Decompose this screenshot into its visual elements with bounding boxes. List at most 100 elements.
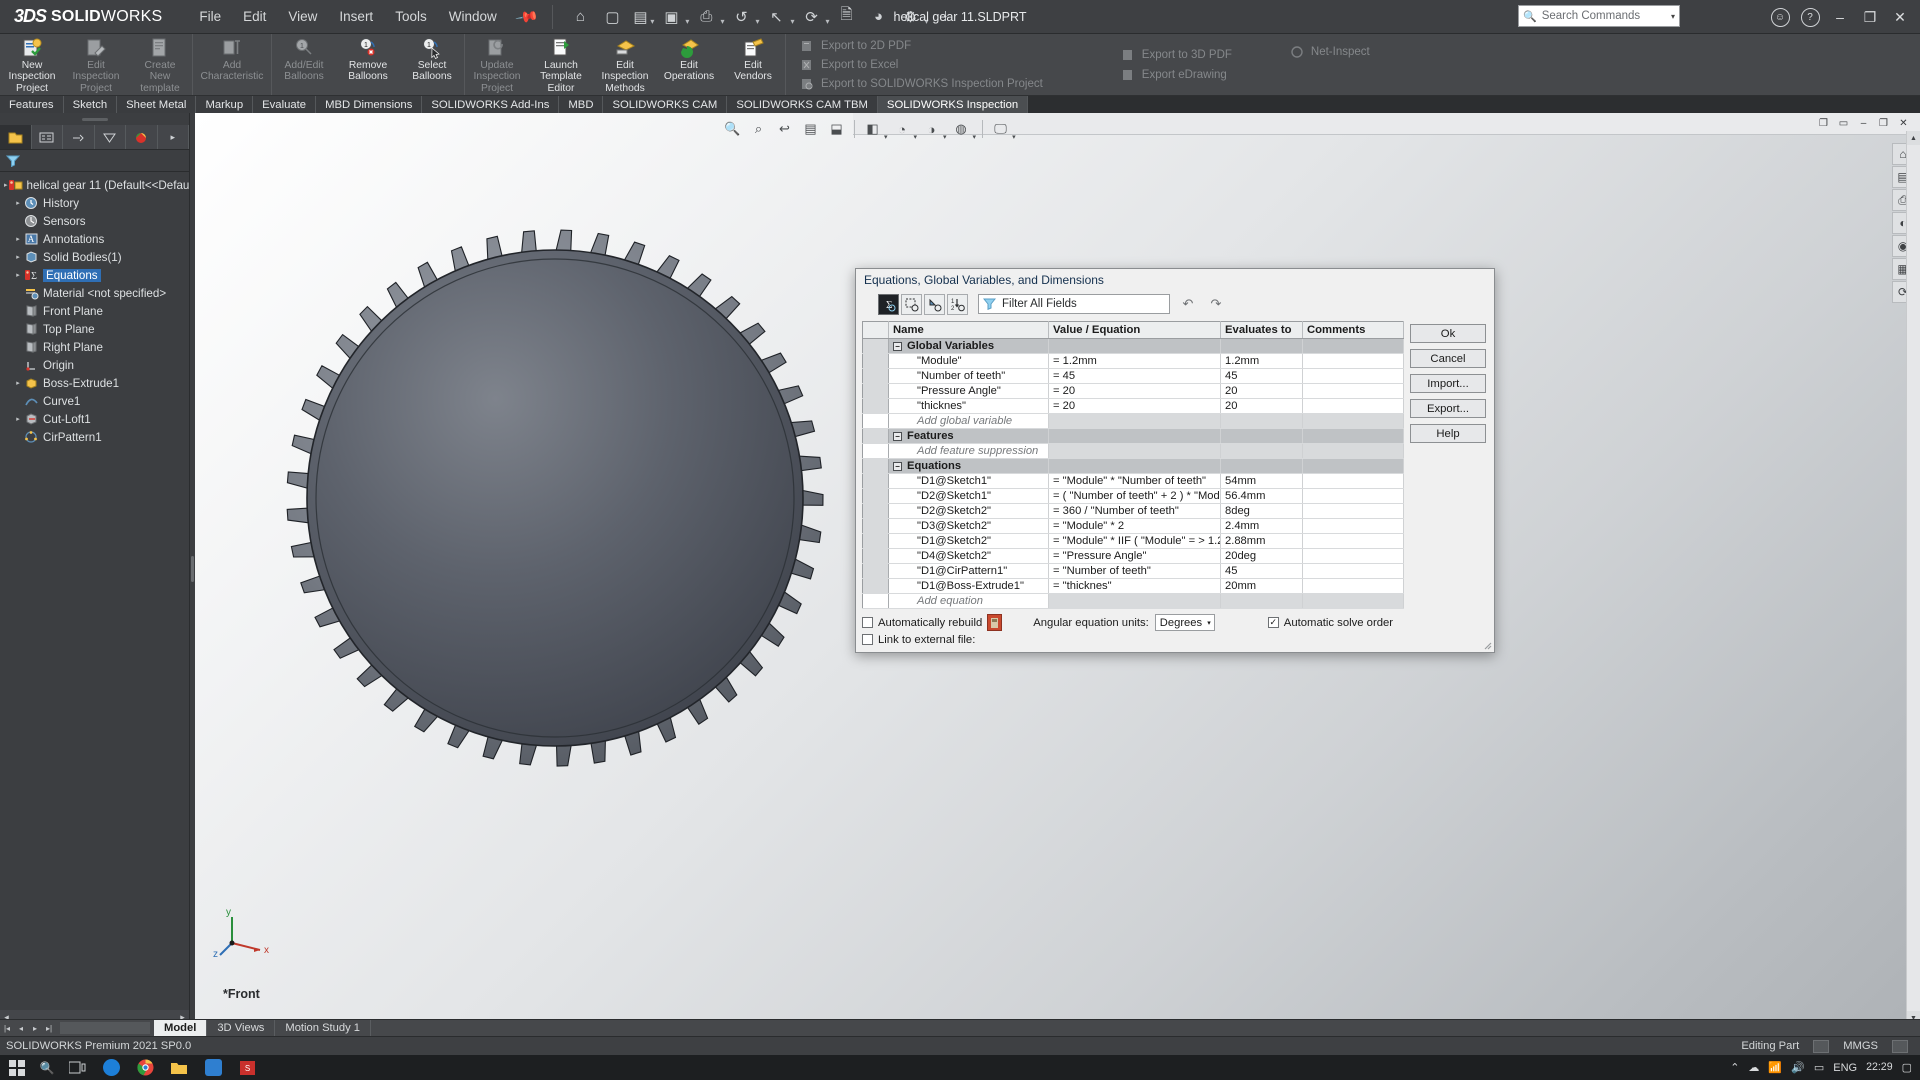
- column-header-value[interactable]: Value / Equation: [1048, 321, 1221, 339]
- tree-item-sensors[interactable]: Sensors: [2, 212, 189, 230]
- add-row-label[interactable]: Add feature suppression: [888, 443, 1049, 459]
- rebuild-icon[interactable]: [987, 614, 1003, 631]
- previous-view-icon[interactable]: ↩: [773, 118, 796, 141]
- row-value[interactable]: = "Number of teeth": [1048, 563, 1221, 579]
- angular-units-select[interactable]: Degrees ▾: [1154, 614, 1215, 631]
- row-comments[interactable]: [1302, 383, 1404, 399]
- appearance-chevron-down-icon[interactable]: ▾: [943, 133, 947, 141]
- account-icon[interactable]: ☺: [1766, 3, 1794, 31]
- export-button[interactable]: Export...: [1410, 399, 1486, 418]
- annotations-expand-arrow[interactable]: ▸: [12, 235, 24, 243]
- collapse-icon[interactable]: −: [893, 461, 902, 471]
- row-comments[interactable]: [1302, 518, 1404, 534]
- undo-icon[interactable]: ↶: [1178, 294, 1198, 314]
- row-value[interactable]: = 45: [1048, 368, 1221, 384]
- row-comments[interactable]: [1302, 398, 1404, 414]
- add-characteristic-button[interactable]: Add Characteristic: [193, 34, 271, 95]
- inner-maximize-button[interactable]: ❐: [1875, 116, 1892, 131]
- row-name[interactable]: "D1@Sketch1": [888, 473, 1049, 489]
- restore-button[interactable]: ❐: [1856, 3, 1884, 31]
- table-row[interactable]: "D1@Sketch1" = "Module" * "Number of tee…: [862, 473, 1404, 489]
- launch-template-editor-button[interactable]: Launch Template Editor: [529, 34, 593, 95]
- dimension-view-button[interactable]: [924, 293, 945, 315]
- language-indicator[interactable]: ENG: [1833, 1062, 1857, 1074]
- row-name[interactable]: "D3@Sketch2": [888, 518, 1049, 534]
- row-value[interactable]: = 360 / "Number of teeth": [1048, 503, 1221, 519]
- property-manager-tab[interactable]: [32, 125, 63, 149]
- equations-dialog[interactable]: Equations, Global Variables, and Dimensi…: [855, 268, 1495, 653]
- tab-solidworks-add-ins[interactable]: SOLIDWORKS Add-Ins: [422, 96, 560, 113]
- column-header-comments[interactable]: Comments: [1302, 321, 1404, 339]
- net-inspect-button[interactable]: Net-Inspect: [1282, 42, 1378, 62]
- measure-icon[interactable]: ⟊: [931, 4, 961, 30]
- row-value[interactable]: = "Pressure Angle": [1048, 548, 1221, 564]
- row-value[interactable]: = "thicknes": [1048, 578, 1221, 594]
- file-properties-icon[interactable]: 🗎: [832, 4, 862, 30]
- row-name[interactable]: "Number of teeth": [888, 368, 1049, 384]
- status-units-label[interactable]: MMGS: [1843, 1040, 1878, 1052]
- chrome-icon[interactable]: [128, 1055, 162, 1080]
- auto-rebuild-checkbox[interactable]: [862, 617, 873, 628]
- tab-evaluate[interactable]: Evaluate: [253, 96, 317, 113]
- chevron-up-icon[interactable]: ⌃: [1730, 1061, 1739, 1074]
- hide-show-icon[interactable]: ◔: [891, 118, 914, 141]
- search-chevron-down-icon[interactable]: ▾: [1671, 12, 1675, 21]
- feature-tree-filter[interactable]: [0, 150, 189, 172]
- apply-scene-icon[interactable]: ◍: [950, 118, 973, 141]
- tree-item-equations[interactable]: ▸ Σ Equations: [2, 266, 189, 284]
- create-new-template-button[interactable]: Create New template: [128, 34, 192, 95]
- table-row[interactable]: "Number of teeth" = 45 45: [862, 368, 1404, 384]
- open-icon[interactable]: ▤: [629, 4, 651, 30]
- tree-item-annotations[interactable]: ▸ A Annotations: [2, 230, 189, 248]
- tree-item-cut-loft1[interactable]: ▸ Cut-Loft1: [2, 410, 189, 428]
- table-row[interactable]: "D1@Boss-Extrude1" = "thicknes" 20mm: [862, 578, 1404, 594]
- tab-features[interactable]: Features: [0, 96, 64, 113]
- equation-view-button[interactable]: Σ: [878, 293, 899, 315]
- group-name-cell[interactable]: − Global Variables: [888, 338, 1049, 354]
- select-balloons-button[interactable]: 1 Select Balloons: [400, 34, 464, 95]
- view-settings-icon[interactable]: 🖵: [989, 118, 1012, 141]
- update-inspection-project-button[interactable]: Update Inspection Project: [465, 34, 529, 95]
- row-name[interactable]: "D1@Sketch2": [888, 533, 1049, 549]
- start-button[interactable]: [0, 1059, 34, 1076]
- select-icon[interactable]: ↖: [761, 4, 791, 30]
- group-name-cell[interactable]: − Equations: [888, 458, 1049, 474]
- menu-view[interactable]: View: [277, 5, 328, 28]
- collapse-icon[interactable]: −: [893, 431, 902, 441]
- tree-item-history[interactable]: ▸ History: [2, 194, 189, 212]
- tab-solidworks-inspection[interactable]: SOLIDWORKS Inspection: [877, 96, 1029, 113]
- row-value[interactable]: = 1.2mm: [1048, 353, 1221, 369]
- doc-tab-3d-views[interactable]: 3D Views: [207, 1020, 276, 1036]
- row-comments[interactable]: [1302, 353, 1404, 369]
- edge-icon[interactable]: [94, 1055, 128, 1080]
- menu-tools[interactable]: Tools: [384, 5, 438, 28]
- row-comments[interactable]: [1302, 368, 1404, 384]
- table-row[interactable]: "thicknes" = 20 20: [862, 398, 1404, 414]
- menu-window[interactable]: Window: [438, 5, 508, 28]
- add-row-label[interactable]: Add equation: [888, 593, 1049, 609]
- row-comments[interactable]: [1302, 503, 1404, 519]
- link-external-checkbox[interactable]: [862, 634, 873, 645]
- panel-expand-tab[interactable]: ▸: [158, 125, 189, 149]
- tab-scroll-first-icon[interactable]: |◂: [0, 1020, 14, 1036]
- menu-edit[interactable]: Edit: [232, 5, 277, 28]
- row-name[interactable]: "Module": [888, 353, 1049, 369]
- battery-icon[interactable]: ▭: [1814, 1061, 1824, 1074]
- row-comments[interactable]: [1302, 533, 1404, 549]
- store-icon[interactable]: [196, 1055, 230, 1080]
- row-name[interactable]: "D1@CirPattern1": [888, 563, 1049, 579]
- task-view-icon[interactable]: [60, 1055, 94, 1080]
- tree-item-solid-bodies[interactable]: ▸ Solid Bodies(1): [2, 248, 189, 266]
- cancel-button[interactable]: Cancel: [1410, 349, 1486, 368]
- tree-item-curve1[interactable]: Curve1: [2, 392, 189, 410]
- zoom-to-area-icon[interactable]: ⌕: [747, 118, 770, 141]
- table-row[interactable]: "D1@Sketch2" = "Module" * IIF ( "Module"…: [862, 533, 1404, 549]
- export-edrawing-button[interactable]: Export eDrawing: [1113, 65, 1240, 85]
- add-equation-row[interactable]: Add equation: [862, 593, 1404, 609]
- scene-chevron-down-icon[interactable]: ▾: [973, 133, 977, 141]
- panel-grip-handle[interactable]: [0, 113, 189, 125]
- options-icon[interactable]: ⚙: [896, 4, 926, 30]
- display-style-chevron-down-icon[interactable]: ▾: [884, 133, 888, 141]
- add-row-label[interactable]: Add global variable: [888, 413, 1049, 429]
- table-row[interactable]: "Module" = 1.2mm 1.2mm: [862, 353, 1404, 369]
